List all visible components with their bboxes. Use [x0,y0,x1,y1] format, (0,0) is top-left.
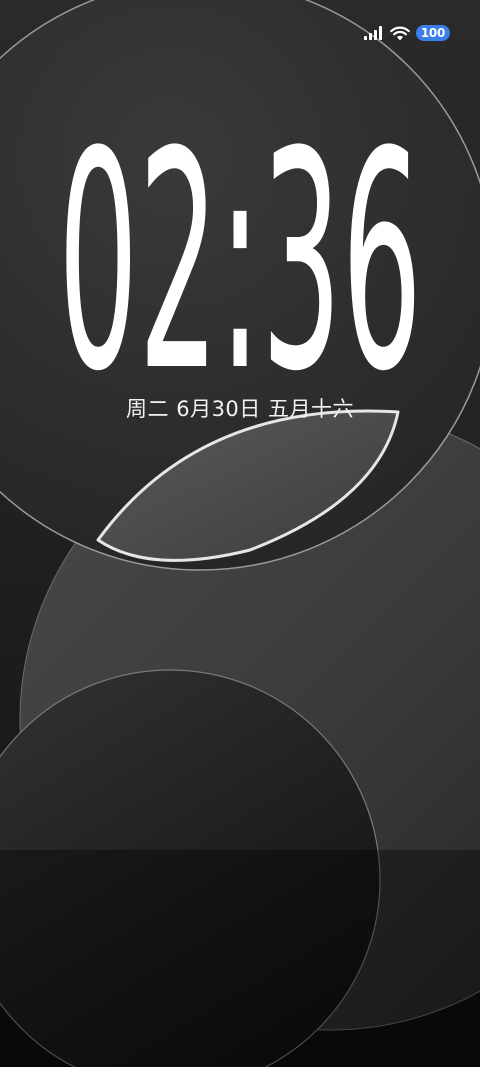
clock-minutes: 36 [261,118,422,378]
clock-separator: : [219,118,262,378]
date-line: 周二 6月30日 五月十六 [0,393,480,423]
date-weekday: 周二 [126,397,170,421]
wifi-icon [390,26,410,40]
battery-indicator: 100 [415,25,450,41]
wallpaper-vignette [0,850,480,1067]
clock-digits: 02:36 [58,118,422,378]
lock-screen: 100 02:36 周二 6月30日 五月十六 [0,0,480,1067]
status-bar: 100 [363,22,450,44]
clock-hours: 02 [58,118,219,378]
clock-time-text: 02:36 [58,118,422,378]
date-lunar: 五月十六 [267,397,354,421]
date-solar: 6月30日 [176,397,261,421]
lock-clock: 02:36 [0,118,480,378]
signal-bars-icon [363,26,382,40]
